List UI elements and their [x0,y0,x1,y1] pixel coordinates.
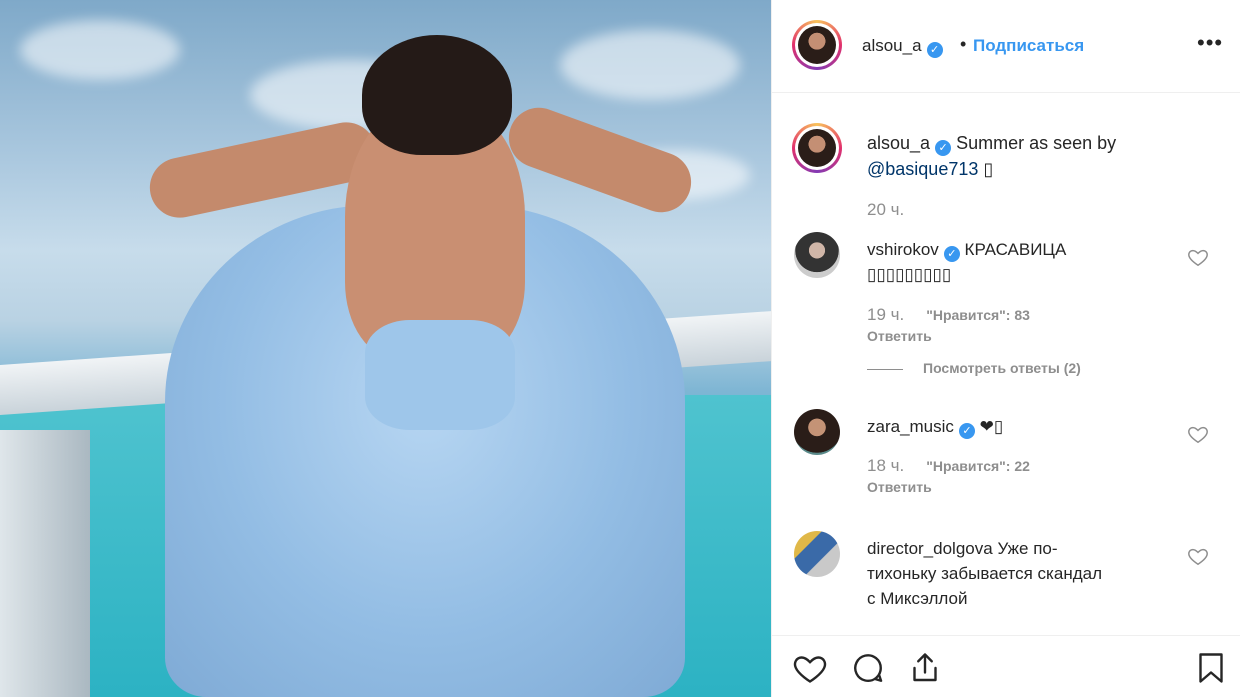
comment-meta: 18 ч. "Нравится": 22 [867,456,1030,476]
more-options-icon[interactable]: ••• [1197,30,1223,56]
view-replies-button[interactable]: Посмотреть ответы (2) [867,360,1081,376]
caption-emoji: ▯ [983,159,994,179]
comment-username[interactable]: zara_music [867,417,954,436]
post-side-panel: alsou_a ✓ • Подписаться ••• alsou_a ✓ Summ… [771,0,1240,697]
caption-username[interactable]: alsou_a [867,133,930,153]
comment-icon[interactable] [850,650,886,686]
comment-time[interactable]: 19 ч. [867,305,904,324]
post-actions-bar [772,635,1240,698]
comment-body: КРАСАВИЦА [964,240,1067,259]
comment-like-icon[interactable] [1187,545,1209,567]
follow-button[interactable]: Подписаться [973,36,1084,56]
comment-text: director_dolgova Уже по- тихоньку забыва… [867,536,1107,611]
comment-time[interactable]: 18 ч. [867,456,904,475]
post-header: alsou_a ✓ • Подписаться ••• [772,0,1240,93]
figure-hair [362,35,512,155]
comment-body-emoji: ▯▯▯▯▯▯▯▯▯ [867,265,952,284]
figure-arm-right [500,99,700,221]
share-icon[interactable] [907,650,943,686]
comment-like-icon[interactable] [1187,246,1209,268]
comment-meta: 19 ч. "Нравится": 83 [867,305,1030,325]
verified-icon: ✓ [926,42,943,58]
author-username[interactable]: alsou_a ✓ [862,36,943,58]
post-time[interactable]: 20 ч. [867,200,904,220]
like-icon[interactable] [792,650,828,686]
divider [867,368,903,370]
cloud [560,30,740,100]
comment-likes[interactable]: "Нравится": 22 [926,458,1030,474]
verified-icon: ✓ [935,140,952,156]
post-photo[interactable] [0,0,771,697]
commenter-avatar[interactable] [794,409,840,455]
comment-text: zara_music ✓ ❤▯ [867,414,1167,439]
comment-username[interactable]: director_dolgova [867,539,993,558]
bookmark-icon[interactable] [1193,650,1229,686]
author-avatar[interactable] [792,20,842,70]
figure-top [365,320,515,430]
comment-username[interactable]: vshirokov [867,240,939,259]
cloud [20,20,180,80]
reply-button[interactable]: Ответить [867,479,932,495]
comment-likes[interactable]: "Нравится": 83 [926,307,1030,323]
verified-icon: ✓ [943,246,960,262]
separator: • [960,34,967,54]
commenter-avatar[interactable] [794,232,840,278]
comment-body: ❤▯ [979,417,1004,436]
caption-author-avatar[interactable] [792,123,842,173]
commenter-avatar[interactable] [794,531,840,577]
verified-icon: ✓ [958,423,975,439]
comment-text: vshirokov ✓ КРАСАВИЦА ▯▯▯▯▯▯▯▯▯ [867,237,1167,287]
reply-button[interactable]: Ответить [867,328,932,344]
comment-like-icon[interactable] [1187,423,1209,445]
balcony-post [0,430,90,697]
post-caption: alsou_a ✓ Summer as seen by @basique713 ▯ [867,130,1227,182]
caption-text: Summer as seen by [956,133,1117,153]
caption-mention[interactable]: @basique713 [867,159,978,179]
